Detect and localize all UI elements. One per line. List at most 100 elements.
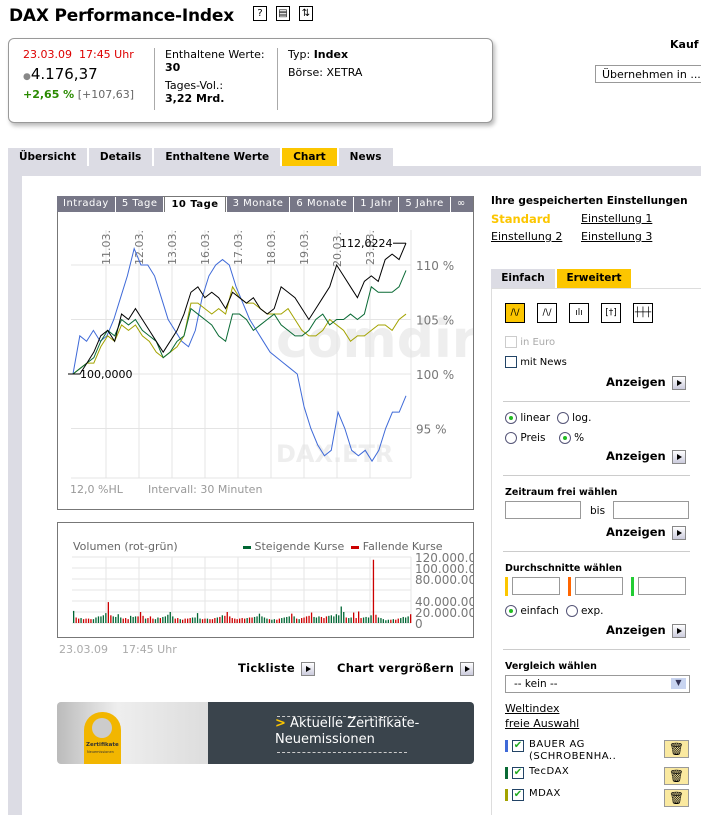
- volume-bar: [182, 620, 183, 623]
- period-tab[interactable]: 1 Jahr: [354, 196, 398, 212]
- volume-bar: [150, 616, 151, 623]
- saved-einstellung-2[interactable]: Einstellung 2: [491, 230, 562, 243]
- tab-einfach[interactable]: Einfach: [491, 269, 555, 288]
- trash-icon[interactable]: 🗑: [664, 740, 689, 758]
- volume-bar: [286, 617, 287, 623]
- period-tab[interactable]: Intraday: [57, 196, 115, 212]
- typ-value: Index: [314, 48, 348, 61]
- anzeigen-button-4[interactable]: Anzeigen: [606, 623, 686, 638]
- tab-chart[interactable]: Chart: [282, 148, 336, 166]
- mit-news-checkbox[interactable]: mit News: [505, 356, 567, 368]
- volume-bar: [123, 619, 124, 623]
- tab-enthaltene-werte[interactable]: Enthaltene Werte: [154, 148, 280, 166]
- volume-bar: [256, 616, 257, 623]
- volume-time: 17:45 Uhr: [122, 643, 177, 656]
- volume-bar: [249, 618, 250, 624]
- volume-bar: [227, 612, 228, 623]
- radio-log[interactable]: [557, 412, 569, 424]
- compare-color-marker: [505, 767, 508, 779]
- anzeigen-button-3[interactable]: Anzeigen: [606, 525, 686, 540]
- volume-bar: [237, 619, 238, 623]
- radio-preis[interactable]: [505, 432, 517, 444]
- anzeigen-button-1[interactable]: Anzeigen: [606, 375, 686, 390]
- zeitraum-from-input[interactable]: [505, 501, 581, 519]
- volume-bar: [343, 612, 344, 623]
- refresh-icon[interactable]: ⇅: [299, 6, 313, 21]
- volume-chart: 120.000.000100.000.00080.000.00040.000.0…: [57, 522, 474, 638]
- radio-einfach[interactable]: [505, 605, 517, 617]
- help-icon[interactable]: ?: [253, 6, 267, 21]
- volume-bar: [338, 615, 339, 623]
- volume-bar: [165, 616, 166, 623]
- zertifikate-banner[interactable]: Zertifikate Neuemissionen > Aktuelle Zer…: [57, 702, 474, 764]
- radio-pct[interactable]: [559, 432, 571, 444]
- volume-bar: [78, 619, 79, 623]
- volume-bar: [207, 619, 208, 623]
- anzeigen-button-2[interactable]: Anzeigen: [606, 449, 686, 464]
- zeitraum-to-input[interactable]: [613, 501, 689, 519]
- compare-checkbox[interactable]: ✔: [512, 766, 524, 779]
- volume-bar: [403, 617, 404, 623]
- compare-checkbox[interactable]: ✔: [512, 788, 524, 801]
- volume-bar: [85, 619, 86, 623]
- volume-bar: [199, 619, 200, 623]
- uebernehmen-select[interactable]: Übernehmen in ...: [595, 65, 701, 83]
- volume-bar: [118, 614, 119, 623]
- period-tab[interactable]: 5 Jahre: [399, 196, 450, 212]
- candlestick-chart-icon[interactable]: ┼┼┼: [633, 303, 653, 323]
- ma-input-2[interactable]: [575, 577, 623, 595]
- print-icon[interactable]: ▤: [276, 6, 290, 21]
- saved-standard[interactable]: Standard: [491, 212, 551, 226]
- mountain-chart-icon[interactable]: /\/: [537, 303, 557, 323]
- volume-bar: [212, 619, 213, 623]
- volume-bar: [234, 619, 235, 623]
- tab-erweitert[interactable]: Erweitert: [557, 269, 631, 288]
- volume-bar: [125, 618, 126, 623]
- ma-input-3[interactable]: [638, 577, 686, 595]
- volume-bar: [113, 616, 114, 623]
- compare-checkbox[interactable]: ✔: [512, 739, 524, 752]
- radio-exp[interactable]: [566, 605, 578, 617]
- volume-bar: [110, 615, 111, 623]
- period-tab[interactable]: 10 Tage: [164, 196, 225, 212]
- volume-bar: [157, 618, 158, 624]
- trash-icon[interactable]: 🗑: [664, 767, 689, 785]
- line-chart-icon[interactable]: /\/: [505, 303, 525, 323]
- banner-line1: Aktuelle Zertifikate-: [290, 716, 419, 731]
- vergleich-select[interactable]: -- kein --▼: [505, 675, 690, 693]
- volume-bar: [128, 619, 129, 623]
- in-euro-label: in Euro: [520, 337, 555, 348]
- volume-bar: [358, 611, 359, 623]
- period-tab[interactable]: 3 Monate: [227, 196, 290, 212]
- bar-chart-icon[interactable]: [†]: [601, 303, 621, 323]
- volume-bar: [145, 619, 146, 623]
- volume-bar: [348, 618, 349, 623]
- tab-übersicht[interactable]: Übersicht: [8, 148, 87, 166]
- period-tab[interactable]: 6 Monate: [290, 196, 353, 212]
- kauf-label: Kauf: [670, 38, 699, 51]
- period-tab[interactable]: 5 Tage: [116, 196, 164, 212]
- x-tick-label: 13.03.: [166, 230, 179, 265]
- volume-bar: [363, 618, 364, 624]
- trash-icon[interactable]: 🗑: [664, 789, 689, 807]
- volume-y-tick: 0: [415, 617, 423, 631]
- tab-news[interactable]: News: [339, 148, 393, 166]
- chart-vergroessern-button[interactable]: Chart vergrößern: [337, 661, 474, 676]
- tab-details[interactable]: Details: [89, 148, 152, 166]
- weltindex-link[interactable]: Weltindex: [505, 702, 559, 715]
- radio-linear[interactable]: [505, 412, 517, 424]
- ma-color-marker: [505, 577, 508, 596]
- ohlc-chart-icon[interactable]: ılı: [569, 303, 589, 323]
- freie-auswahl-link[interactable]: freie Auswahl: [505, 717, 579, 730]
- volume-bar: [301, 618, 302, 623]
- saved-einstellung-1[interactable]: Einstellung 1: [581, 212, 652, 225]
- volume-bar: [395, 620, 396, 623]
- period-tab[interactable]: ∞: [451, 196, 473, 212]
- volume-bar: [321, 617, 322, 623]
- volume-bar: [140, 612, 141, 623]
- ma-input-1[interactable]: [512, 577, 560, 595]
- tickliste-button[interactable]: Tickliste: [238, 661, 315, 676]
- volume-bar: [247, 618, 248, 623]
- saved-einstellung-3[interactable]: Einstellung 3: [581, 230, 652, 243]
- quote-date: 23.03.09: [23, 48, 72, 61]
